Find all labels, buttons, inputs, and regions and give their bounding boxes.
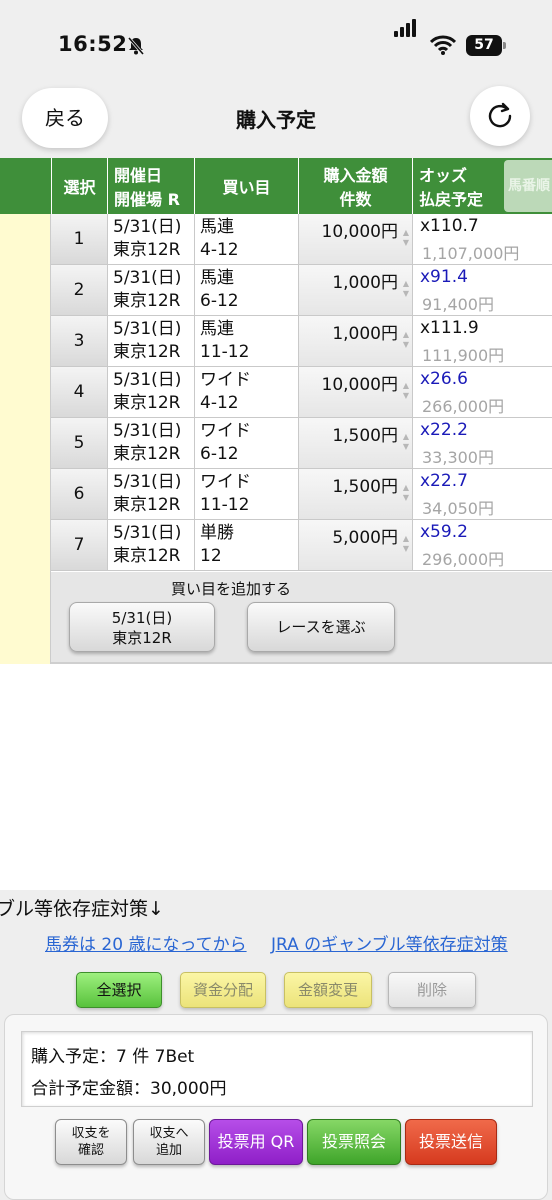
col-bet: 買い目 [194,158,298,214]
table-row: 2 5/31(日) 東京12R 馬連 6-12 1,000円 ▲ ▼ x91.4 91… [51,265,552,316]
row-amount-stepper[interactable]: 5,000円 ▲ ▼ [298,520,412,570]
addiction-notice: ブル等依存症対策↓ [0,898,164,920]
add-to-balance-button[interactable]: 収支へ 追加 [133,1119,205,1165]
row-select-button[interactable]: 3 [51,316,107,366]
row-bet-type: ワイド 11-12 [194,469,298,519]
bell-muted-icon [127,37,145,55]
stepper-arrows-icon[interactable]: ▲ ▼ [403,228,409,248]
row-odds: x26.6 266,000円 [412,367,552,417]
row-date-venue: 5/31(日) 東京12R [107,214,194,264]
stepper-arrows-icon[interactable]: ▲ ▼ [403,483,409,503]
row-bet-type: ワイド 6-12 [194,418,298,468]
row-bet-type: 馬連 6-12 [194,265,298,315]
row-bet-type: 単勝 12 [194,520,298,570]
age-limit-link[interactable]: 馬券は 20 歳になってから [45,930,247,955]
stepper-arrows-icon[interactable]: ▲ ▼ [403,330,409,350]
table-row: 1 5/31(日) 東京12R 馬連 4-12 10,000円 ▲ ▼ x110.7 … [51,214,552,265]
select-race-button[interactable]: レースを選ぶ [247,602,395,652]
fund-allocate-button[interactable]: 資金分配 [180,972,266,1008]
add-same-race-button[interactable]: 5/31(日) 東京12R [69,602,215,652]
row-odds: x22.2 33,300円 [412,418,552,468]
row-date-venue: 5/31(日) 東京12R [107,418,194,468]
summary-panel: 購入予定：7 件 7Bet 合計予定金額：30,000円 収支を 確認 収支へ 追加… [4,1014,548,1200]
delete-button[interactable]: 削除 [388,972,476,1008]
table-row: 6 5/31(日) 東京12R ワイド 11-12 1,500円 ▲ ▼ x22.7 … [51,469,552,520]
header-bar: 戻る 購入予定 [0,84,552,158]
vote-inquiry-button[interactable]: 投票照会 [307,1119,401,1165]
stepper-arrows-icon[interactable]: ▲ ▼ [403,534,409,554]
stepper-arrows-icon[interactable]: ▲ ▼ [403,432,409,452]
row-amount-stepper[interactable]: 10,000円 ▲ ▼ [298,367,412,417]
row-select-button[interactable]: 6 [51,469,107,519]
planned-count: 購入予定：7 件 7Bet [31,1047,195,1067]
jra-gambling-link[interactable]: JRA のギャンブル等依存症対策 [271,930,508,955]
col-odds: オッズ 払戻予定 [412,158,504,214]
status-time: 16:52 [58,32,128,56]
wifi-icon [430,35,456,55]
select-all-button[interactable]: 全選択 [76,972,162,1008]
purchase-summary: 購入予定：7 件 7Bet 合計予定金額：30,000円 [21,1031,533,1107]
row-amount-stepper[interactable]: 1,500円 ▲ ▼ [298,418,412,468]
row-date-venue: 5/31(日) 東京12R [107,265,194,315]
stepper-arrows-icon[interactable]: ▲ ▼ [403,279,409,299]
row-amount-stepper[interactable]: 1,000円 ▲ ▼ [298,265,412,315]
refresh-button[interactable] [470,86,530,146]
add-bet-section: 買い目を追加する 5/31(日) 東京12R レースを選ぶ [51,572,552,664]
row-odds: x91.4 91,400円 [412,265,552,315]
row-select-button[interactable]: 1 [51,214,107,264]
stepper-arrows-icon[interactable]: ▲ ▼ [403,381,409,401]
refresh-icon [488,102,512,128]
vote-send-button[interactable]: 投票送信 [405,1119,497,1165]
row-date-venue: 5/31(日) 東京12R [107,316,194,366]
row-select-button[interactable]: 7 [51,520,107,570]
col-date: 開催日 開催場 R [107,158,194,214]
table-row: 7 5/31(日) 東京12R 単勝 12 5,000円 ▲ ▼ x59.2 296,… [51,520,552,571]
row-bet-type: 馬連 11-12 [194,316,298,366]
row-odds: x110.7 1,107,000円 [412,214,552,264]
status-bar: 16:52 57 [0,0,552,84]
vote-qr-button[interactable]: 投票用 QR [209,1119,303,1165]
table-row: 3 5/31(日) 東京12R 馬連 11-12 1,000円 ▲ ▼ x111.9 … [51,316,552,367]
row-amount-stepper[interactable]: 10,000円 ▲ ▼ [298,214,412,264]
table-row: 4 5/31(日) 東京12R ワイド 4-12 10,000円 ▲ ▼ x26.6 … [51,367,552,418]
col-amount: 購入金額 件数 [298,158,412,214]
row-date-venue: 5/31(日) 東京12R [107,520,194,570]
table-header: 選択 開催日 開催場 R 買い目 購入金額 件数 オッズ 払戻予定 [0,158,552,214]
row-amount-stepper[interactable]: 1,000円 ▲ ▼ [298,316,412,366]
row-bet-type: 馬連 4-12 [194,214,298,264]
battery-icon: 57 [466,35,506,56]
add-bet-label: 買い目を追加する [170,580,291,598]
row-select-button[interactable]: 2 [51,265,107,315]
row-bet-type: ワイド 4-12 [194,367,298,417]
change-amount-button[interactable]: 金額変更 [284,972,372,1008]
row-odds: x111.9 111,900円 [412,316,552,366]
row-select-button[interactable]: 4 [51,367,107,417]
row-select-button[interactable]: 5 [51,418,107,468]
row-amount-stepper[interactable]: 1,500円 ▲ ▼ [298,469,412,519]
check-balance-button[interactable]: 収支を 確認 [55,1119,127,1165]
table-row: 5 5/31(日) 東京12R ワイド 6-12 1,500円 ▲ ▼ x22.2 3… [51,418,552,469]
row-date-venue: 5/31(日) 東京12R [107,367,194,417]
row-date-venue: 5/31(日) 東京12R [107,469,194,519]
row-odds: x59.2 296,000円 [412,520,552,570]
col-select: 選択 [51,158,107,214]
row-odds: x22.7 34,050円 [412,469,552,519]
planned-total: 合計予定金額：30,000円 [31,1079,227,1099]
sort-by-horse-number-tab[interactable]: 馬番順 [504,160,552,212]
left-yellow-panel [0,214,51,664]
bottom-panel: ブル等依存症対策↓ 馬券は 20 歳になってから JRA のギャンブル等依存症対… [0,890,552,1200]
